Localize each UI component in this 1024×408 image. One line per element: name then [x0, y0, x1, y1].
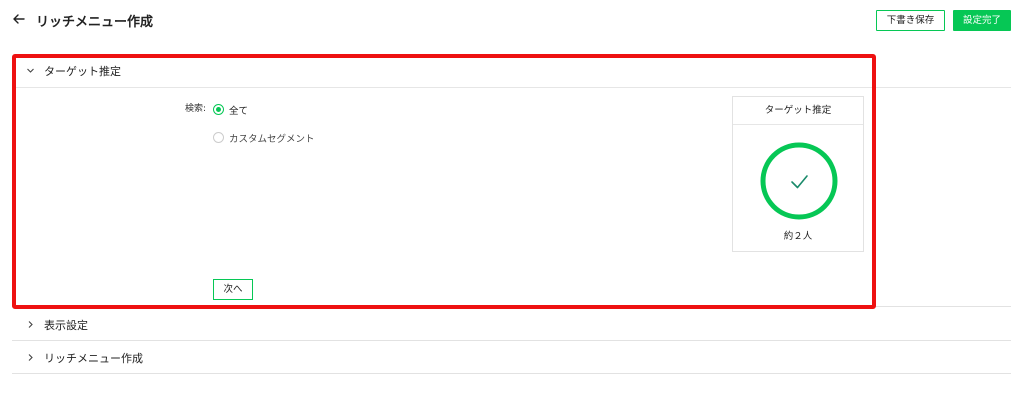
section-target-header[interactable]: ターゲット推定: [12, 54, 1011, 88]
estimated-count: 約２人: [783, 231, 813, 242]
radio-checked-icon[interactable]: [213, 104, 224, 115]
radio-unchecked-icon[interactable]: [213, 132, 224, 143]
search-label: 検索:: [185, 104, 207, 114]
section-rich-menu: リッチメニュー作成: [12, 341, 1011, 374]
target-card-title: ターゲット推定: [733, 97, 863, 125]
section-display-label: 表示設定: [44, 319, 88, 332]
section-display-settings: 表示設定: [12, 309, 1011, 341]
section-target-estimation: ターゲット推定 検索: 全て カスタムセグメント 次へ ターゲット推定 約２人: [12, 54, 1011, 307]
target-estimate-card: ターゲット推定 約２人: [732, 96, 864, 252]
chevron-right-icon: [28, 354, 33, 361]
section-rich-menu-header[interactable]: リッチメニュー作成: [12, 341, 1011, 375]
section-target-label: ターゲット推定: [44, 65, 121, 78]
radio-option-all-label: 全て: [229, 106, 249, 117]
page-header: リッチメニュー作成 下書き保存 設定完了: [0, 0, 1024, 44]
radio-option-custom-segment[interactable]: カスタムセグメント: [213, 131, 333, 145]
chevron-right-icon: [28, 321, 33, 328]
section-rich-menu-label: リッチメニュー作成: [44, 352, 143, 365]
page-title: リッチメニュー作成: [36, 15, 154, 30]
arrow-left-icon[interactable]: [12, 12, 26, 26]
save-draft-button[interactable]: 下書き保存: [876, 10, 945, 31]
complete-settings-button[interactable]: 設定完了: [953, 10, 1011, 31]
radio-option-custom-segment-label: カスタムセグメント: [229, 134, 315, 145]
radio-option-all[interactable]: 全て: [213, 103, 273, 117]
check-circle-icon: [760, 142, 838, 220]
next-button[interactable]: 次へ: [213, 279, 253, 300]
section-display-header[interactable]: 表示設定: [12, 309, 1011, 343]
chevron-down-icon: [27, 68, 34, 73]
